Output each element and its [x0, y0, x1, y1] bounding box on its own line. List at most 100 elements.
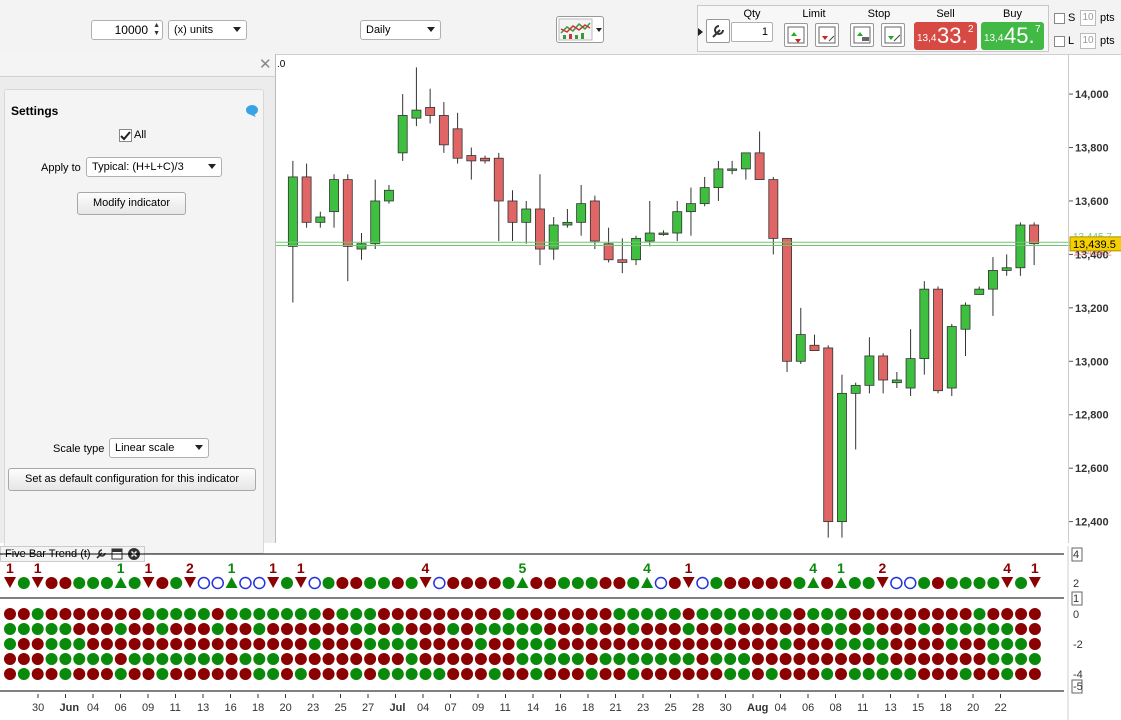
- candle-down: [1029, 224, 1040, 245]
- chart-type-button[interactable]: [556, 16, 604, 43]
- red-dot: [461, 608, 474, 620]
- units-spinner[interactable]: 10000 ▲ ▼: [91, 20, 163, 40]
- green-dot: [197, 653, 210, 665]
- red-dot: [848, 623, 861, 635]
- red-dot: [170, 623, 183, 635]
- red-dot: [474, 608, 487, 620]
- green-dot: [959, 668, 972, 680]
- green-dot: [350, 623, 363, 635]
- up-arrow-icon: [516, 577, 529, 588]
- price-chart[interactable]: .0: [276, 54, 1070, 543]
- limit-checkbox[interactable]: [1054, 36, 1065, 47]
- red-dot: [294, 623, 307, 635]
- apply-to-select[interactable]: Typical: (H+L+C)/3: [86, 157, 222, 177]
- red-dot: [821, 638, 834, 650]
- green-dot: [170, 577, 183, 589]
- red-dot: [502, 638, 515, 650]
- red-dot: [377, 623, 390, 635]
- price-axis[interactable]: 14,000 13,800 13,600 13,400 13,200 13,000 12,8…: [1068, 54, 1121, 543]
- signal-count-label: 4: [422, 560, 430, 576]
- green-dot: [1028, 653, 1041, 665]
- scale-type-label: Scale type: [53, 443, 105, 455]
- green-dot: [336, 608, 349, 620]
- red-dot: [959, 638, 972, 650]
- red-dot: [862, 653, 875, 665]
- date-tick-label: 06: [802, 702, 814, 714]
- red-dot: [350, 577, 363, 589]
- green-dot: [128, 577, 141, 589]
- hollow-dot: [433, 576, 446, 590]
- green-dot: [1001, 668, 1014, 680]
- red-dot: [281, 653, 293, 665]
- red-dot: [474, 577, 487, 589]
- green-dot: [1015, 638, 1028, 650]
- candle-up: [329, 179, 339, 213]
- red-dot: [710, 623, 723, 635]
- red-dot: [918, 668, 931, 680]
- red-dot: [419, 623, 432, 635]
- green-dot: [738, 608, 751, 620]
- green-dot: [281, 577, 293, 589]
- green-dot: [613, 653, 626, 665]
- help-bubble-icon[interactable]: [245, 104, 259, 117]
- green-dot: [959, 623, 972, 635]
- red-dot: [322, 653, 335, 665]
- green-dot: [100, 577, 113, 589]
- green-dot: [918, 623, 931, 635]
- limit-points-input[interactable]: 10: [1080, 33, 1096, 49]
- green-dot: [516, 638, 529, 650]
- green-dot: [835, 608, 847, 620]
- red-dot: [461, 638, 474, 650]
- buy-button[interactable]: 13,4 45. 7: [981, 22, 1044, 50]
- close-icon[interactable]: ✕: [259, 55, 272, 73]
- scale-type-select[interactable]: Linear scale: [109, 438, 209, 458]
- red-dot: [1028, 638, 1041, 650]
- stop-buy-button[interactable]: [850, 23, 874, 47]
- red-dot: [100, 668, 113, 680]
- sell-button[interactable]: 13,4 33. 2: [914, 22, 977, 50]
- stop-sell-button[interactable]: [881, 23, 905, 47]
- green-dot: [862, 577, 875, 589]
- five-bar-trend-indicator[interactable]: 1 1 1 1 2 1 1 1 4 5 4 1 4 1 2 4 14210-2-4-530 Jun 04 06 09 11…: [0, 546, 1121, 720]
- green-dot: [862, 623, 875, 635]
- red-dot: [322, 608, 335, 620]
- candlestick-chart[interactable]: .0: [276, 54, 1070, 543]
- green-dot: [391, 638, 404, 650]
- limit-sell-button[interactable]: [815, 23, 839, 47]
- stop-checkbox[interactable]: [1054, 13, 1065, 24]
- date-tick-label: 25: [665, 702, 677, 714]
- red-dot: [433, 623, 446, 635]
- period-select[interactable]: Daily: [360, 20, 441, 40]
- green-dot: [1015, 653, 1028, 665]
- expand-arrow-icon[interactable]: [697, 26, 705, 38]
- candle-up: [795, 334, 806, 362]
- signal-count-label: 1: [6, 560, 14, 576]
- green-dot: [447, 623, 460, 635]
- red-dot: [1015, 623, 1028, 635]
- red-dot: [391, 608, 404, 620]
- candle-up: [631, 237, 641, 261]
- all-checkbox[interactable]: [119, 129, 132, 142]
- green-dot: [87, 577, 100, 589]
- units-select[interactable]: (x) units: [168, 20, 247, 40]
- red-dot: [779, 577, 792, 589]
- red-dot: [225, 623, 238, 635]
- qty-input[interactable]: 1: [731, 22, 773, 42]
- candle-up: [919, 288, 930, 360]
- spinner-arrows-icon[interactable]: ▲ ▼: [153, 22, 160, 38]
- candle-up: [905, 358, 916, 389]
- settings-wrench-button[interactable]: [706, 19, 730, 43]
- green-dot: [322, 577, 335, 589]
- limit-buy-button[interactable]: [784, 23, 808, 47]
- limit-label: Limit: [802, 8, 826, 20]
- red-dot: [696, 653, 709, 665]
- hollow-dot: [696, 576, 709, 590]
- red-dot: [308, 623, 321, 635]
- set-default-config-button[interactable]: Set as default configuration for this in…: [8, 468, 256, 491]
- stop-points-input[interactable]: 10: [1080, 10, 1096, 26]
- indicator-settings-panel: ✕ Settings All Apply to Typical: (H+L+C)…: [0, 54, 276, 554]
- red-dot: [724, 577, 737, 589]
- modify-indicator-button[interactable]: Modify indicator: [77, 192, 186, 215]
- green-dot: [184, 653, 197, 665]
- green-dot: [114, 623, 127, 635]
